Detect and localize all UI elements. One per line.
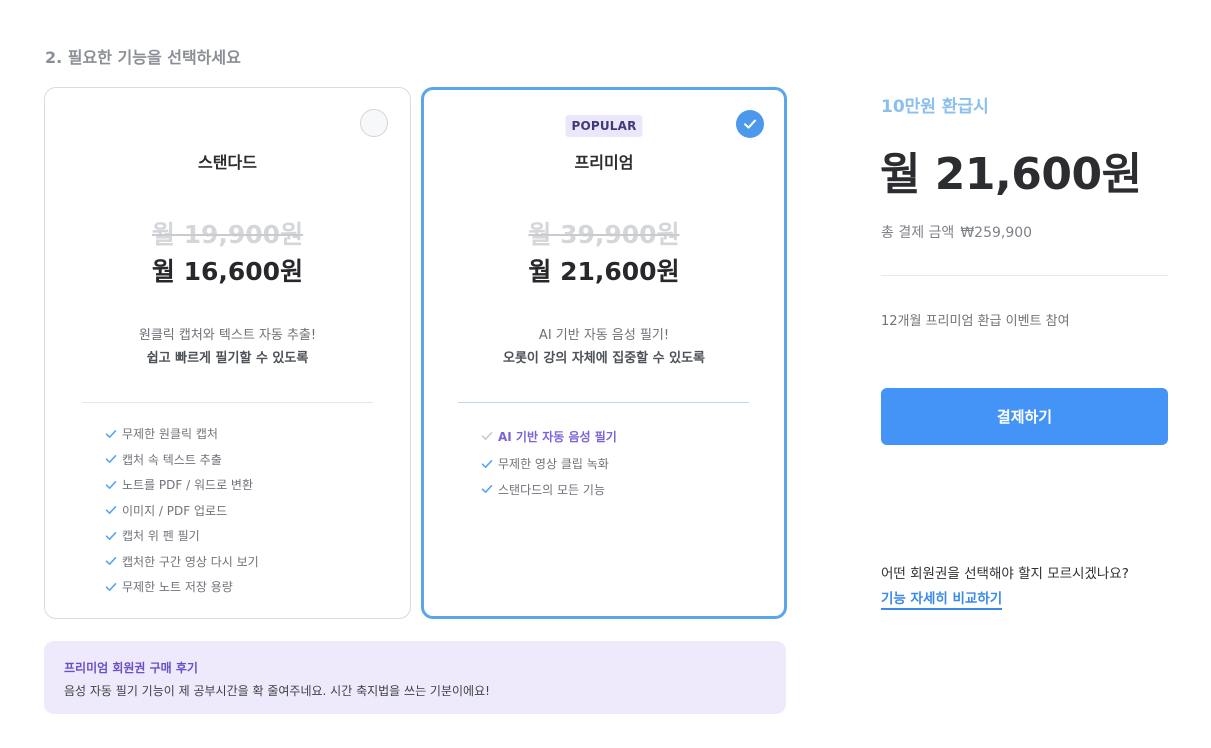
review-title: 프리미엄 회원권 구매 후기: [64, 661, 198, 675]
check-icon: [105, 506, 117, 515]
plan-description-line2: 오롯이 강의 자체에 집중할 수 있도록: [502, 351, 706, 366]
feature-item: 캡처 속 텍스트 추출: [104, 447, 259, 473]
feature-item: 무제한 노트 저장 용량: [104, 574, 259, 600]
feature-label: 무제한 원클릭 캡처: [122, 427, 218, 442]
feature-item: 스탠다드의 모든 기능: [480, 477, 617, 503]
compare-features-link[interactable]: 기능 자세히 비교하기: [881, 587, 1003, 610]
plan-name: 스탠다드: [198, 153, 257, 172]
plan-card-standard[interactable]: 스탠다드 월 19,900원 월 16,600원 원클릭 캡처와 텍스트 자동 …: [44, 87, 411, 619]
feature-list: 무제한 원클릭 캡처 캡처 속 텍스트 추출 노트를 PDF / 워드로 변환 …: [104, 421, 259, 600]
feature-item-highlight: AI 기반 자동 음성 필기: [480, 421, 617, 451]
help-text: 어떤 회원권을 선택해야 할지 모르시겠나요?: [881, 566, 1129, 582]
feature-item: 무제한 원클릭 캡처: [104, 421, 259, 447]
check-icon: [481, 432, 493, 440]
plan-name: 프리미엄: [574, 153, 634, 172]
plan-description: AI 기반 자동 음성 필기! 오롯이 강의 자체에 집중할 수 있도록: [424, 324, 784, 370]
review-text: 음성 자동 필기 기능이 제 공부시간을 확 줄여주네요. 시간 축지법을 쓰는…: [64, 684, 490, 698]
feature-item: 캡처한 구간 영상 다시 보기: [104, 549, 259, 575]
section-title: 2. 필요한 기능을 선택하세요: [45, 48, 241, 67]
feature-label: 이미지 / PDF 업로드: [122, 503, 228, 518]
feature-label: AI 기반 자동 음성 필기: [498, 429, 617, 444]
feature-item: 캡처 위 펜 필기: [104, 523, 259, 549]
feature-label: 캡처 위 펜 필기: [122, 529, 200, 544]
check-icon: [481, 459, 493, 468]
check-icon: [481, 485, 493, 494]
plan-description-line2: 쉽고 빠르게 필기할 수 있도록: [146, 351, 309, 366]
check-icon: [105, 480, 117, 489]
feature-label: 무제한 노트 저장 용량: [122, 580, 233, 595]
original-price: 월 39,900원: [528, 220, 680, 249]
original-price: 월 19,900원: [151, 220, 304, 249]
check-icon: [105, 531, 117, 540]
feature-item: 노트를 PDF / 워드로 변환: [104, 472, 259, 498]
total-value: ₩259,900: [960, 225, 1033, 241]
plan-description: 원클릭 캡처와 텍스트 자동 추출! 쉽고 빠르게 필기할 수 있도록: [45, 324, 410, 370]
plan-radio-unselected[interactable]: [360, 109, 388, 137]
plan-description-line1: AI 기반 자동 음성 필기!: [538, 328, 670, 343]
total-amount: 총 결제 금액 ₩259,900: [881, 222, 1032, 242]
check-icon: [105, 557, 117, 566]
plan-card-premium[interactable]: POPULAR 프리미엄 월 39,900원 월 21,600원 AI 기반 자…: [421, 87, 787, 619]
feature-label: 스탠다드의 모든 기능: [498, 482, 605, 497]
refund-label: 10만원 환급시: [881, 97, 989, 117]
plan-divider: [458, 402, 749, 403]
check-icon: [105, 455, 117, 464]
check-icon: [105, 429, 117, 438]
feature-label: 노트를 PDF / 워드로 변환: [122, 478, 254, 493]
check-icon: [105, 582, 117, 591]
summary-price: 월 21,600원: [880, 149, 1142, 200]
feature-item: 무제한 영상 클립 녹화: [480, 451, 617, 477]
review-box: 프리미엄 회원권 구매 후기 음성 자동 필기 기능이 제 공부시간을 확 줄여…: [44, 641, 786, 714]
feature-item: 이미지 / PDF 업로드: [104, 498, 259, 524]
feature-label: 무제한 영상 클립 녹화: [498, 457, 609, 472]
plan-divider: [82, 402, 373, 403]
summary-divider: [881, 275, 1168, 276]
feature-label: 캡처한 구간 영상 다시 보기: [122, 554, 259, 569]
feature-list: AI 기반 자동 음성 필기 무제한 영상 클립 녹화 스탠다드의 모든 기능: [480, 421, 617, 502]
plan-radio-selected[interactable]: [736, 110, 764, 138]
event-text: 12개월 프리미엄 환급 이벤트 참여: [881, 314, 1070, 329]
total-label: 총 결제 금액: [881, 225, 955, 241]
plan-price: 월 16,600원: [151, 257, 304, 286]
plan-price: 월 21,600원: [528, 257, 680, 286]
checkmark-icon: [744, 119, 756, 129]
pay-button[interactable]: 결제하기: [881, 388, 1168, 445]
plan-description-line1: 원클릭 캡처와 텍스트 자동 추출!: [138, 328, 317, 343]
popular-badge: POPULAR: [565, 115, 643, 137]
feature-label: 캡처 속 텍스트 추출: [122, 452, 222, 467]
